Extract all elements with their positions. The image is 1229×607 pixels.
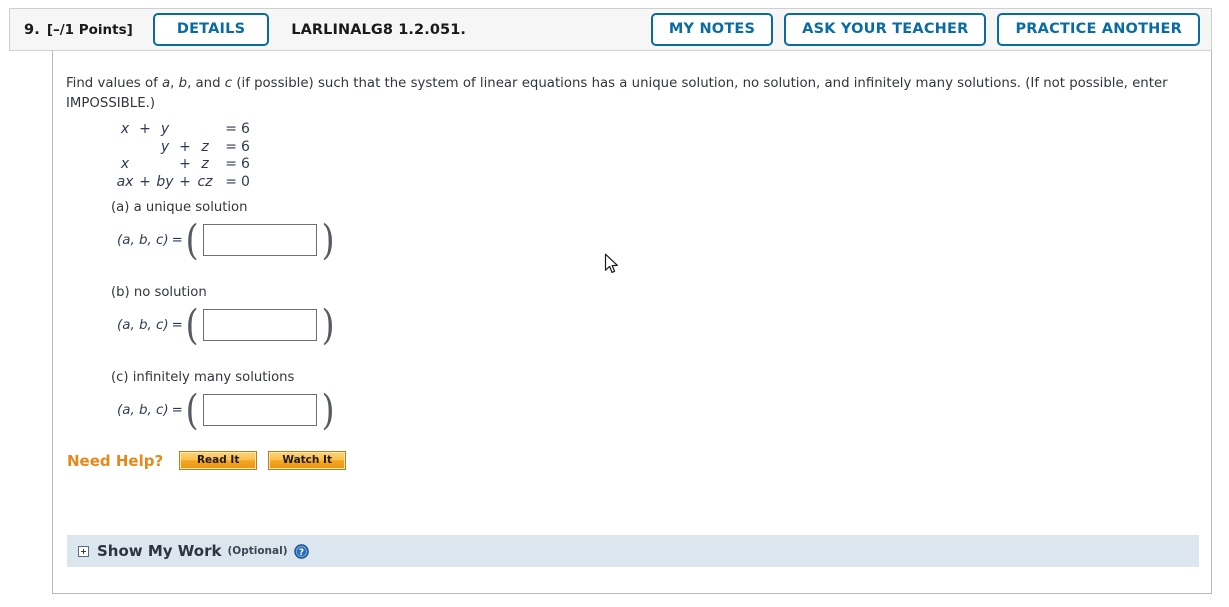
eq0-op1: + xyxy=(139,121,151,137)
part-b-answer-row: (a, b, c) = ( ) xyxy=(117,301,335,349)
prompt-var-c: c xyxy=(224,76,233,91)
part-b: (b) no solution (a, b, c) = ( ) xyxy=(111,285,337,349)
eq3-op2: + xyxy=(179,173,191,190)
practice-another-button[interactable]: PRACTICE ANOTHER xyxy=(997,12,1200,47)
details-button[interactable]: DETAILS xyxy=(152,12,270,47)
part-c-tuple-vars: a, b, c xyxy=(122,402,164,418)
eq2-op2: + xyxy=(179,156,191,173)
eq1-rhs: 6 xyxy=(241,138,250,155)
part-c-label: (c) infinitely many solutions xyxy=(111,370,295,385)
svg-text:?: ? xyxy=(298,547,303,557)
eq2-equals: = xyxy=(225,156,237,173)
eq0-term3 xyxy=(193,121,217,139)
header-actions: MY NOTES ASK YOUR TEACHER PRACTICE ANOTH… xyxy=(650,12,1200,47)
ask-your-teacher-button[interactable]: ASK YOUR TEACHER xyxy=(784,12,987,47)
prompt-text-1: Find values of xyxy=(66,76,162,91)
part-a-tuple-label: (a, b, c) = xyxy=(117,233,183,248)
eq2-term2 xyxy=(153,156,177,174)
part-a-label: (a) a unique solution xyxy=(111,200,248,215)
equation-row: x + y = 6 xyxy=(113,121,255,139)
part-b-equals: = xyxy=(171,317,183,333)
part-a-tuple-vars: a, b, c xyxy=(122,232,164,248)
eq1-term2: y xyxy=(160,138,170,155)
eq3-rhs: 0 xyxy=(241,173,250,190)
eq0-equals: = xyxy=(225,121,237,137)
my-notes-button[interactable]: MY NOTES xyxy=(650,12,774,47)
question-mark-circle-icon[interactable]: ? xyxy=(293,543,309,559)
eq3-op1: + xyxy=(139,173,151,190)
eq2-term3: z xyxy=(201,156,209,173)
eq1-op1 xyxy=(137,139,153,157)
eq2-op1 xyxy=(137,156,153,174)
part-c-answer-input[interactable] xyxy=(202,394,317,426)
eq0-term2: y xyxy=(160,121,170,137)
part-c: (c) infinitely many solutions (a, b, c) =… xyxy=(111,370,337,434)
part-b-answer-input[interactable] xyxy=(202,309,317,341)
read-it-button[interactable]: Read It xyxy=(179,451,258,470)
need-help-label: Need Help? xyxy=(67,451,164,470)
eq3-term1: ax xyxy=(116,173,134,190)
exercise-code: LARLINALG8 1.2.051. xyxy=(291,21,467,38)
part-c-tuple-close: ) xyxy=(163,402,169,418)
eq1-term1 xyxy=(113,139,137,157)
part-b-label: (b) no solution xyxy=(111,285,207,300)
part-c-equals: = xyxy=(171,402,183,418)
equation-row: y + z = 6 xyxy=(113,139,255,157)
eq2-term1: x xyxy=(120,156,130,173)
part-a-answer-input[interactable] xyxy=(202,224,317,256)
points-badge: [–/1 Points] xyxy=(46,21,133,38)
eq0-term1: x xyxy=(120,121,130,137)
eq1-equals: = xyxy=(225,138,237,155)
prompt-var-b: b xyxy=(178,76,188,91)
watch-it-button[interactable]: Watch It xyxy=(268,451,347,470)
part-c-tuple-label: (a, b, c) = xyxy=(117,403,183,418)
part-b-tuple-close: ) xyxy=(163,317,169,333)
need-help-row: Need Help? Read It Watch It xyxy=(67,451,357,470)
equation-row: ax + by + cz = 0 xyxy=(113,174,255,192)
prompt-sep-2: , and xyxy=(187,76,225,91)
question-number: 9. xyxy=(24,21,40,38)
prompt-sep-1: , xyxy=(170,76,179,91)
eq0-rhs: 6 xyxy=(241,121,250,137)
show-my-work-optional-label: (Optional) xyxy=(227,545,288,557)
eq1-term3: z xyxy=(201,138,209,155)
part-a: (a) a unique solution (a, b, c) = ( ) xyxy=(111,200,337,264)
prompt-text-3: IMPOSSIBLE.) xyxy=(66,96,156,111)
part-a-tuple-close: ) xyxy=(163,232,169,248)
question-header: 9. [–/1 Points] DETAILS LARLINALG8 1.2.0… xyxy=(9,8,1212,51)
equation-row: x + z = 6 xyxy=(113,156,255,174)
linear-system-equations: x + y = 6 y + z = 6 x + z = 6 ax + by + … xyxy=(113,121,255,191)
part-a-equals: = xyxy=(171,232,183,248)
part-c-answer-row: (a, b, c) = ( ) xyxy=(117,386,335,434)
show-my-work-bar[interactable]: Show My Work (Optional) ? xyxy=(67,535,1199,567)
part-b-tuple-vars: a, b, c xyxy=(122,317,164,333)
eq3-equals: = xyxy=(225,173,237,190)
eq3-term3: cz xyxy=(197,173,213,190)
show-my-work-title: Show My Work xyxy=(97,542,222,560)
equations-body: x + y = 6 y + z = 6 x + z = 6 ax + by + … xyxy=(113,121,255,191)
plus-box-icon[interactable] xyxy=(78,545,89,557)
question-prompt: Find values of a, b, and c (if possible)… xyxy=(66,74,1188,114)
eq3-term2: by xyxy=(156,173,174,190)
prompt-var-a: a xyxy=(162,76,171,91)
eq2-rhs: 6 xyxy=(241,156,250,173)
part-b-tuple-label: (a, b, c) = xyxy=(117,318,183,333)
prompt-text-2: (if possible) such that the system of li… xyxy=(232,76,1168,91)
question-body-panel: Find values of a, b, and c (if possible)… xyxy=(52,51,1212,594)
eq1-op2: + xyxy=(179,138,191,155)
part-a-answer-row: (a, b, c) = ( ) xyxy=(117,216,335,264)
eq0-op2 xyxy=(177,121,193,139)
